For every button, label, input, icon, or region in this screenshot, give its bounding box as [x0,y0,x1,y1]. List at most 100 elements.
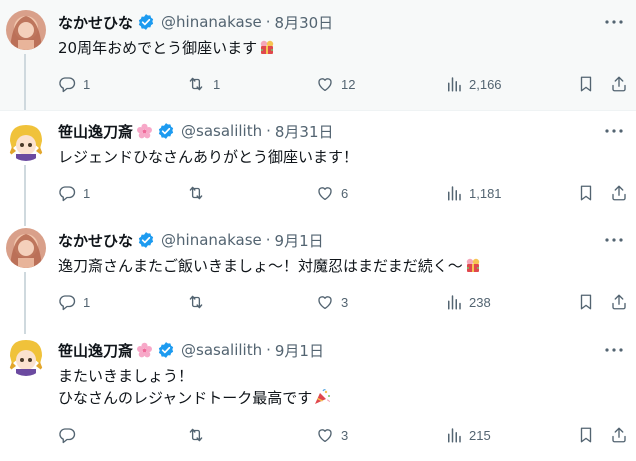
more-icon[interactable] [602,230,626,250]
separator-dot: · [266,122,271,140]
views-button[interactable]: 1,181 [446,183,502,203]
retweet-button[interactable] [186,292,213,312]
like-count: 12 [341,76,356,92]
like-icon [316,426,334,444]
separator-dot: · [265,231,271,249]
bookmark-button[interactable] [578,292,594,312]
display-name[interactable]: 笹山逸刀斎 [58,340,133,361]
bookmark-button[interactable] [578,74,594,94]
retweet-icon [186,293,206,311]
tweet-1[interactable]: なかせひな @hinanakase · 8月30日 20周年おめでとう御座います… [0,0,636,110]
gift-emoji-icon [464,256,482,280]
more-icon[interactable] [602,121,626,141]
tweet-text-line: ひなさんのレジャンドトーク最高です [58,389,313,407]
display-name[interactable]: なかせひな [58,230,133,251]
tweet-text: またいきましょう！ ひなさんのレジャンドトーク最高です [58,365,618,412]
share-button[interactable] [610,74,628,94]
views-icon [446,184,462,202]
separator-dot: · [266,341,271,359]
tweet-header: なかせひな @hinanakase · 8月30日 [58,12,333,32]
verified-badge-icon [137,231,155,249]
like-button[interactable]: 12 [316,74,355,94]
tweet-text: 逸刀斎さんまたご飯いきましょ〜！対魔忍はまだまだ続く〜 [58,255,618,280]
action-bar: 3 215 [58,425,628,445]
display-name[interactable]: 笹山逸刀斎 [58,121,133,142]
share-icon [610,426,628,444]
cherry-blossom-icon [136,123,153,140]
thread-connector [24,165,26,218]
reply-button[interactable]: 1 [58,183,90,203]
reply-count: 1 [83,294,91,310]
verified-badge-icon [157,341,175,359]
tweet-4[interactable]: 笹山逸刀斎 @sasalilith · 9月1日 またいきましょう！ ひなさんの… [0,326,636,461]
handle[interactable]: @sasalilith [181,122,262,140]
bookmark-icon [578,293,594,311]
reply-button[interactable]: 1 [58,74,90,94]
retweet-icon [186,426,206,444]
share-button[interactable] [610,292,628,312]
like-button[interactable]: 3 [316,292,348,312]
tweet-header: なかせひな @hinanakase · 9月1日 [58,230,324,250]
bookmark-icon [578,75,594,93]
more-icon[interactable] [602,12,626,32]
action-bar: 1 1 12 2,166 [58,74,628,94]
like-icon [316,184,334,202]
tweet-3[interactable]: なかせひな @hinanakase · 9月1日 逸刀斎さんまたご飯いきましょ〜… [0,218,636,326]
avatar[interactable] [6,336,46,376]
views-count: 1,181 [469,185,502,201]
gift-emoji-icon [258,38,276,62]
timestamp[interactable]: 8月30日 [275,12,334,33]
like-count: 6 [341,185,349,201]
share-button[interactable] [610,183,628,203]
verified-badge-icon [137,13,155,31]
retweet-button[interactable]: 1 [186,74,220,94]
avatar[interactable] [6,228,46,268]
reply-button[interactable] [58,425,83,445]
reply-icon [58,75,76,93]
thread-connector [24,218,26,226]
like-button[interactable]: 3 [316,425,348,445]
retweet-button[interactable] [186,425,213,445]
more-icon[interactable] [602,340,626,360]
tweet-2[interactable]: 笹山逸刀斎 @sasalilith · 8月31日 レジェンドひなさんありがとう… [0,111,636,218]
timestamp[interactable]: 9月1日 [275,230,324,251]
retweet-count: 1 [213,76,221,92]
like-icon [316,75,334,93]
thread-connector [24,326,26,334]
views-button[interactable]: 2,166 [446,74,502,94]
thread-connector [24,272,26,326]
handle[interactable]: @sasalilith [181,341,262,359]
tweet-text-line: 逸刀斎さんまたご飯いきましょ〜！対魔忍はまだまだ続く〜 [58,257,463,275]
like-icon [316,293,334,311]
bookmark-icon [578,184,594,202]
share-icon [610,75,628,93]
action-bar: 1 6 1,181 [58,183,628,203]
share-button[interactable] [610,425,628,445]
views-icon [446,75,462,93]
avatar[interactable] [6,121,46,161]
reply-button[interactable]: 1 [58,292,90,312]
views-icon [446,426,462,444]
display-name[interactable]: なかせひな [58,12,133,33]
bookmark-icon [578,426,594,444]
action-bar: 1 3 238 [58,292,628,312]
tweet-text-line: レジェンドひなさんありがとう御座います！ [58,148,359,166]
reply-icon [58,184,76,202]
timestamp[interactable]: 9月1日 [275,340,324,361]
like-button[interactable]: 6 [316,183,348,203]
timestamp[interactable]: 8月31日 [275,121,334,142]
bookmark-button[interactable] [578,183,594,203]
handle[interactable]: @hinanakase [161,13,262,31]
retweet-icon [186,184,206,202]
like-count: 3 [341,294,349,310]
tweet-text: 20周年おめでとう御座います [58,37,618,62]
views-button[interactable]: 238 [446,292,491,312]
retweet-button[interactable] [186,183,213,203]
handle[interactable]: @hinanakase [161,231,262,249]
views-button[interactable]: 215 [446,425,491,445]
bookmark-button[interactable] [578,425,594,445]
reply-count: 1 [83,76,91,92]
avatar[interactable] [6,10,46,50]
separator-dot: · [265,13,271,31]
thread-connector [24,54,26,110]
